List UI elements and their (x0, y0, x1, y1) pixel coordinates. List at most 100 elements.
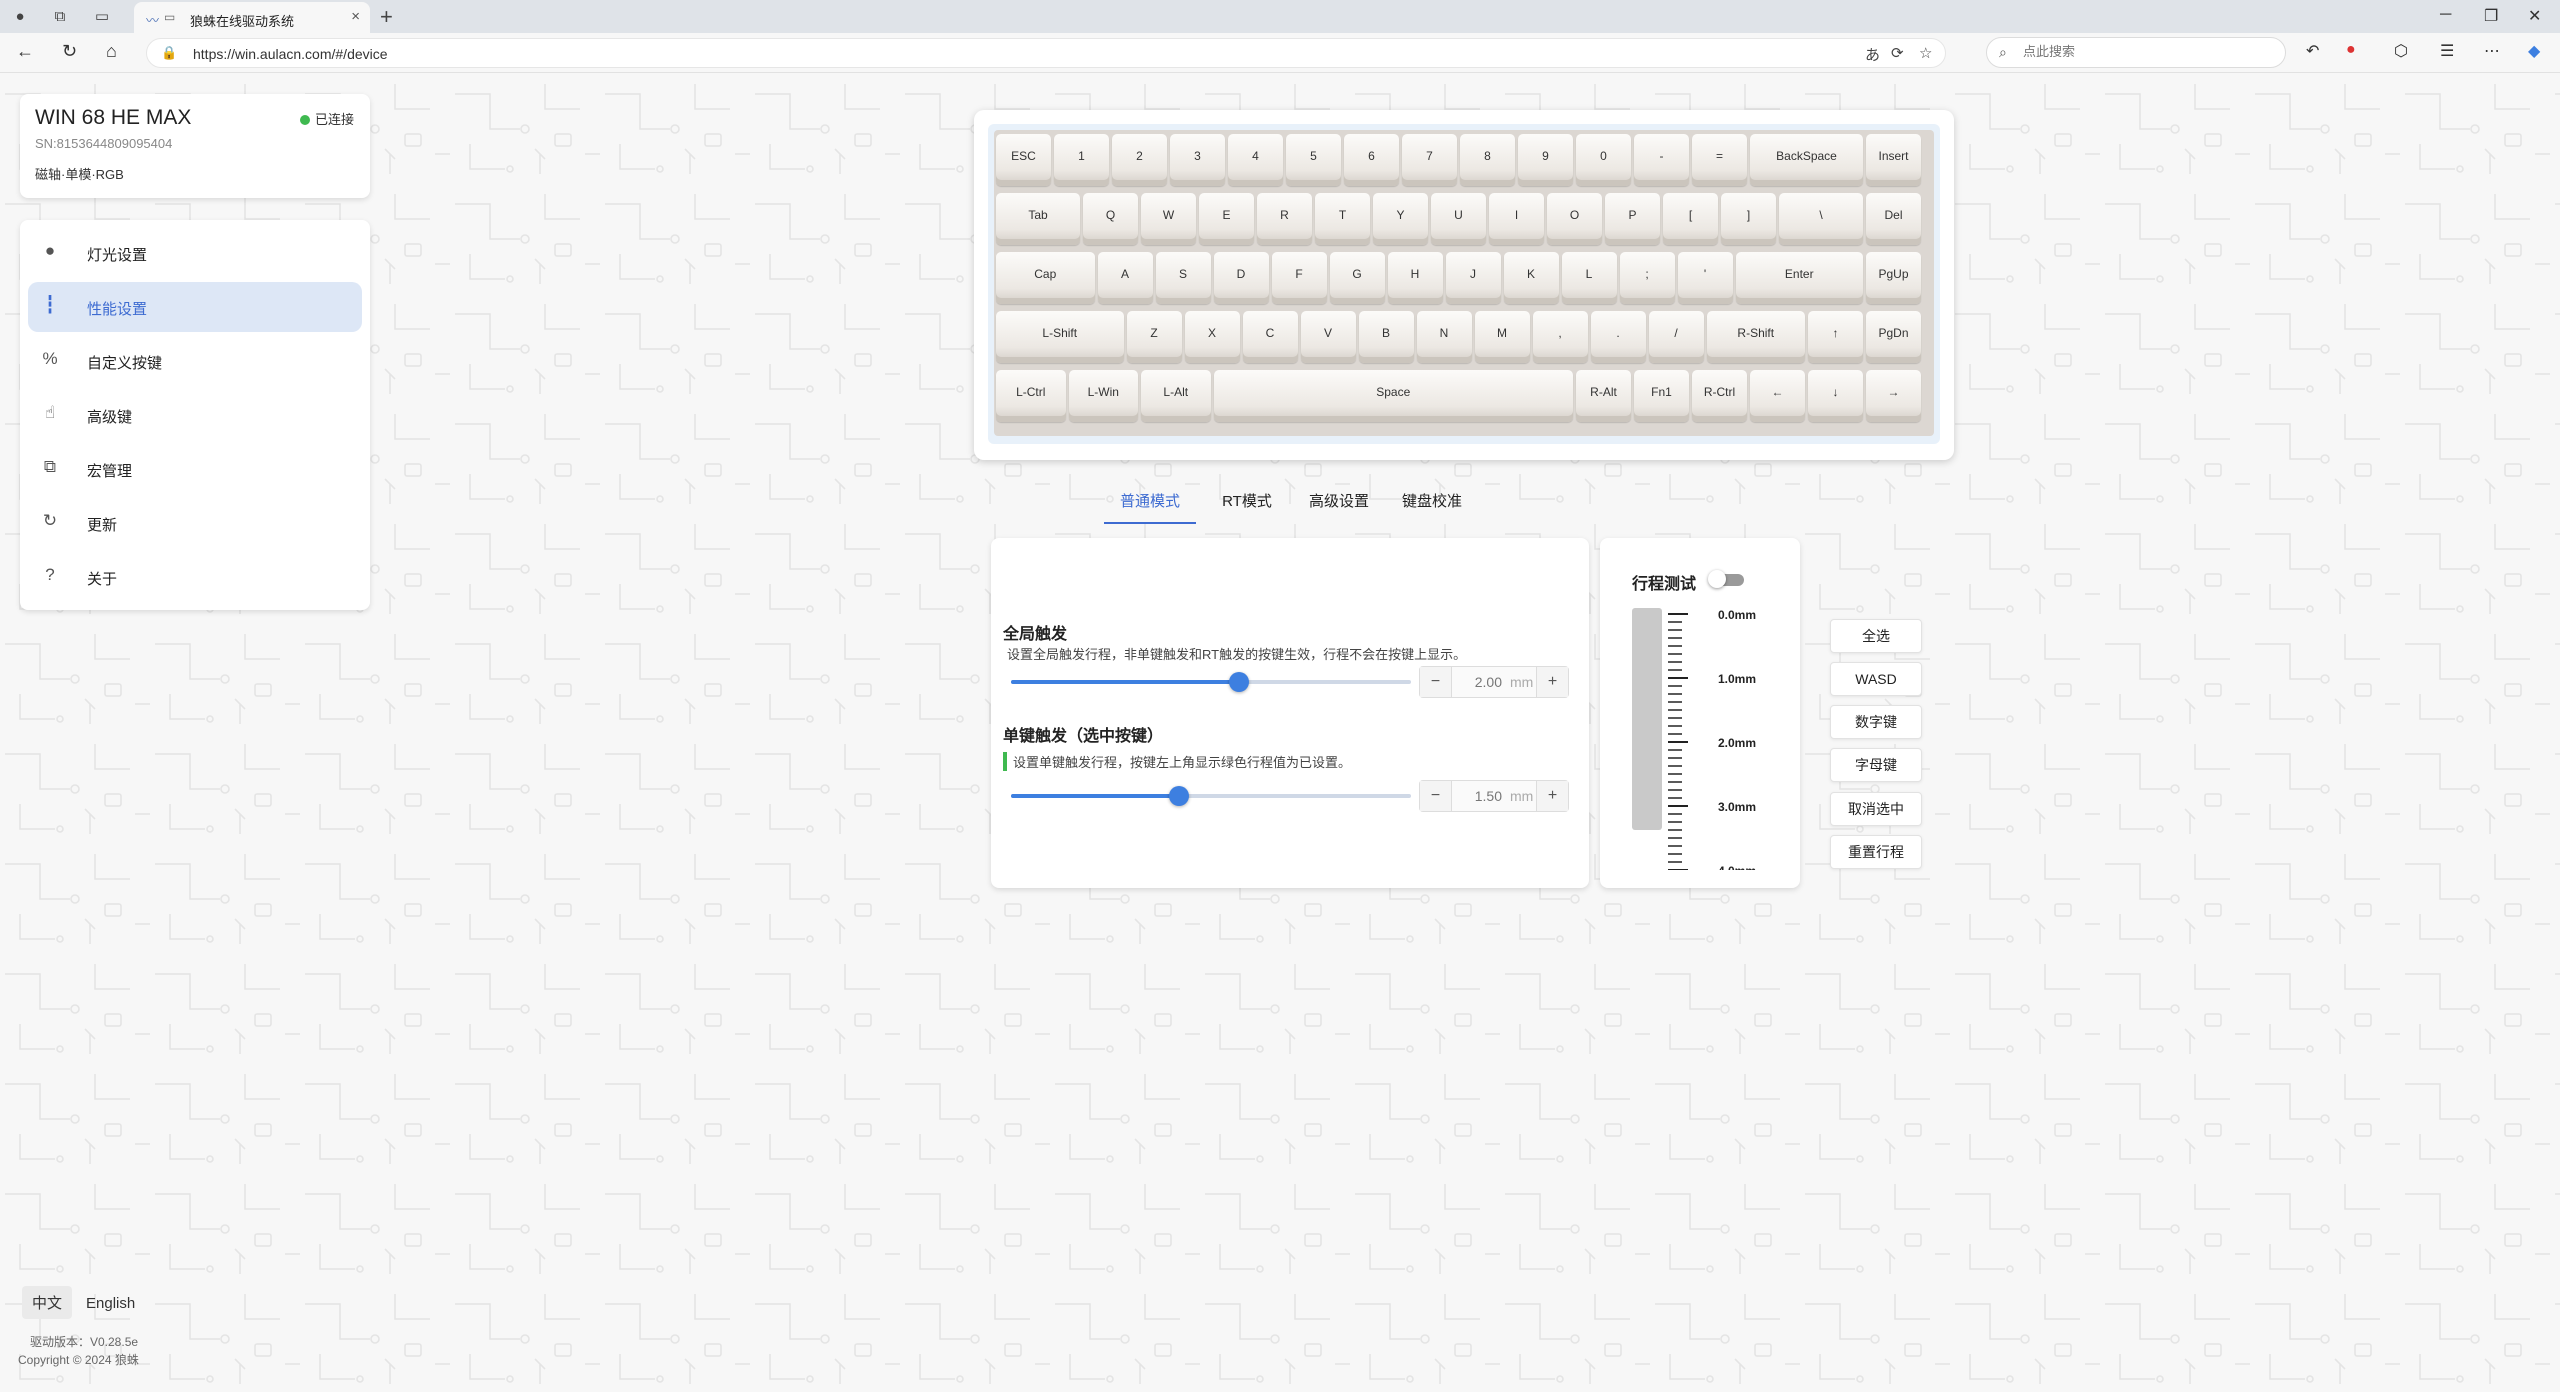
key-cap[interactable]: Cap (996, 252, 1095, 304)
select-all-button[interactable]: 全选 (1830, 619, 1922, 653)
key-char[interactable]: 1 (1054, 134, 1109, 186)
slider-thumb[interactable] (1229, 672, 1249, 692)
increment-button[interactable]: + (1536, 667, 1568, 697)
select-letter-keys-button[interactable]: 字母键 (1830, 748, 1922, 782)
key-char[interactable]: , (1532, 311, 1588, 363)
decrement-button[interactable]: − (1420, 667, 1452, 697)
key-char[interactable]: ] (1721, 193, 1776, 245)
tab-rt-mode[interactable]: RT模式 (1212, 486, 1282, 524)
key-char[interactable]: = (1692, 134, 1747, 186)
tab-keyboard-calibration[interactable]: 键盘校准 (1394, 486, 1470, 524)
collections-icon[interactable]: ☰ (2440, 41, 2454, 61)
address-bar[interactable]: 🔒 https://win.aulacn.com/#/device あ ⟳ ☆ (146, 38, 1946, 68)
increment-button[interactable]: + (1536, 781, 1568, 811)
key-char[interactable]: F (1271, 252, 1327, 304)
key-char[interactable]: W (1141, 193, 1196, 245)
key-char[interactable]: E (1199, 193, 1254, 245)
sidebar-item-performance[interactable]: ┇ 性能设置 (28, 282, 362, 332)
key-l-shift[interactable]: L-Shift (996, 311, 1124, 363)
key-char[interactable]: L (1561, 252, 1617, 304)
sidebar-item-update[interactable]: ↻ 更新 (28, 498, 362, 548)
key-char[interactable]: P (1605, 193, 1660, 245)
key-insert[interactable]: Insert (1866, 134, 1921, 186)
sidebar-item-advanced-keys[interactable]: ☝ 高级键 (28, 390, 362, 440)
deselect-button[interactable]: 取消选中 (1830, 792, 1922, 826)
key-char[interactable]: 8 (1460, 134, 1515, 186)
key-char[interactable]: 3 (1170, 134, 1225, 186)
favorite-star-icon[interactable]: ☆ (1919, 44, 1932, 62)
sidebar-item-custom-keys[interactable]: % 自定义按键 (28, 336, 362, 386)
key-char[interactable]: ↓ (1808, 370, 1863, 422)
key-char[interactable]: S (1155, 252, 1211, 304)
back-icon[interactable]: ← (16, 41, 34, 62)
key-char[interactable]: X (1184, 311, 1240, 363)
single-trigger-slider[interactable] (1011, 786, 1411, 806)
reset-travel-button[interactable]: 重置行程 (1830, 835, 1922, 869)
browser-tab[interactable]: 〰 ▭ 狼蛛在线驱动系统 × (134, 2, 370, 33)
key-tab[interactable]: Tab (996, 193, 1080, 245)
lang-en-button[interactable]: English (76, 1289, 145, 1318)
key-char[interactable]: 2 (1112, 134, 1167, 186)
key-char[interactable]: 6 (1344, 134, 1399, 186)
home-icon[interactable]: ⌂ (106, 41, 117, 62)
key-char[interactable]: U (1431, 193, 1486, 245)
translate-icon[interactable]: あ (1865, 44, 1880, 65)
key-char[interactable]: ' (1677, 252, 1733, 304)
tab-advanced-settings[interactable]: 高级设置 (1300, 486, 1378, 524)
key-char[interactable]: . (1590, 311, 1646, 363)
key-char[interactable]: K (1503, 252, 1559, 304)
key-char[interactable]: B (1358, 311, 1414, 363)
key-r-alt[interactable]: R-Alt (1576, 370, 1631, 422)
vertical-tabs-icon[interactable]: ▭ (92, 7, 112, 27)
key-char[interactable]: J (1445, 252, 1501, 304)
key-char[interactable]: Z (1126, 311, 1182, 363)
key-char[interactable]: A (1097, 252, 1153, 304)
sidebar-item-about[interactable]: ? 关于 (28, 552, 362, 602)
key-backspace[interactable]: BackSpace (1750, 134, 1863, 186)
key-esc[interactable]: ESC (996, 134, 1051, 186)
adblock-icon[interactable]: ● (2346, 41, 2356, 59)
window-close-icon[interactable]: ✕ (2528, 6, 2541, 26)
key-char[interactable]: / (1648, 311, 1704, 363)
select-wasd-button[interactable]: WASD (1830, 662, 1922, 696)
select-number-keys-button[interactable]: 数字键 (1830, 705, 1922, 739)
workspaces-icon[interactable]: ⧉ (50, 7, 70, 27)
sidebar-item-lighting[interactable]: ● 灯光设置 (28, 228, 362, 278)
key-char[interactable]: O (1547, 193, 1602, 245)
key-char[interactable]: C (1242, 311, 1298, 363)
key-char[interactable]: Y (1373, 193, 1428, 245)
travel-test-toggle[interactable] (1708, 570, 1748, 588)
key-char[interactable]: ; (1619, 252, 1675, 304)
maximize-icon[interactable]: ❐ (2484, 6, 2498, 26)
key-l-win[interactable]: L-Win (1068, 370, 1138, 422)
extensions-icon[interactable]: ⬡ (2394, 41, 2408, 61)
key-del[interactable]: Del (1866, 193, 1921, 245)
reload-icon[interactable]: ↻ (62, 41, 77, 62)
key-char[interactable]: ↑ (1808, 311, 1863, 363)
new-tab-icon[interactable]: + (380, 4, 393, 30)
sync-icon[interactable]: ⟳ (1891, 44, 1904, 62)
key-char[interactable]: G (1329, 252, 1385, 304)
slider-thumb[interactable] (1169, 786, 1189, 806)
key-enter[interactable]: Enter (1735, 252, 1863, 304)
profile-avatar-icon[interactable]: ● (10, 7, 30, 27)
decrement-button[interactable]: − (1420, 781, 1452, 811)
key-r-shift[interactable]: R-Shift (1706, 311, 1805, 363)
global-trigger-slider[interactable] (1011, 672, 1411, 692)
sidebar-item-macros[interactable]: ⧉ 宏管理 (28, 444, 362, 494)
copilot-icon[interactable]: ◆ (2528, 41, 2540, 61)
minimize-icon[interactable]: ─ (2440, 6, 2451, 24)
browser-search-input[interactable] (2023, 44, 2273, 59)
lang-zh-button[interactable]: 中文 (22, 1286, 73, 1319)
key-space[interactable]: Space (1213, 370, 1573, 422)
close-tab-icon[interactable]: × (351, 8, 360, 25)
global-trigger-value[interactable]: 2.00 (1454, 674, 1502, 690)
key-char[interactable]: 7 (1402, 134, 1457, 186)
key-char[interactable]: M (1474, 311, 1530, 363)
key-l-alt[interactable]: L-Alt (1141, 370, 1211, 422)
key-r-ctrl[interactable]: R-Ctrl (1692, 370, 1747, 422)
key-char[interactable]: V (1300, 311, 1356, 363)
key-char[interactable]: ← (1750, 370, 1805, 422)
key-l-ctrl[interactable]: L-Ctrl (996, 370, 1066, 422)
key-char[interactable]: I (1489, 193, 1544, 245)
